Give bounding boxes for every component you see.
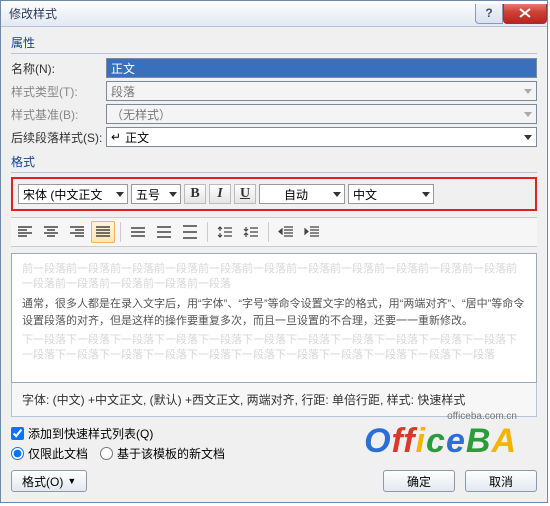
lang-combo[interactable]: 中文: [348, 184, 434, 204]
spacing-1-icon: [130, 225, 146, 239]
bold-button[interactable]: B: [184, 184, 206, 204]
cancel-button[interactable]: 取消: [465, 470, 537, 492]
follow-style-value: 正文: [125, 129, 149, 146]
logo-url: officeba.com.cn: [364, 411, 517, 422]
align-left-icon: [17, 225, 33, 239]
section-properties: 属性: [11, 31, 537, 53]
close-icon: [519, 8, 531, 18]
align-justify-button[interactable]: [91, 221, 115, 243]
style-type-label: 样式类型(T):: [11, 83, 106, 100]
align-right-button[interactable]: [65, 221, 89, 243]
add-quick-style-checkbox[interactable]: [11, 427, 24, 440]
help-button[interactable]: ?: [475, 4, 503, 24]
font-color-combo[interactable]: 自动: [259, 184, 345, 204]
format-button-label: 格式(O): [22, 473, 63, 490]
para-space-inc-icon: [217, 225, 233, 239]
titlebar: 修改样式 ?: [1, 1, 547, 27]
size-combo[interactable]: 五号: [131, 184, 181, 204]
preview-ghost-before: 前一段落前一段落前一段落前一段落前一段落前一段落前一段落前一段落前一段落前一段落…: [22, 262, 526, 293]
preview-ghost-after: 下一段落下一段落下一段落下一段落下一段落下一段落下一段落下一段落下一段落下一段落…: [22, 333, 526, 364]
chevron-down-icon: ▼: [67, 476, 76, 486]
font-combo[interactable]: 宋体 (中文正文: [18, 184, 128, 204]
paragraph-toolbar: [11, 217, 537, 247]
preview-paragraph: 通常，很多人都是在录入文字后，用“字体”、“字号”等命令设置文字的格式，用“两端…: [22, 296, 526, 330]
section-format: 格式: [11, 150, 537, 172]
align-center-icon: [43, 225, 59, 239]
style-base-label: 样式基准(B):: [11, 106, 106, 123]
align-right-icon: [69, 225, 85, 239]
name-input[interactable]: 正文: [106, 58, 537, 78]
indent-dec-button[interactable]: [274, 221, 298, 243]
style-base-dropdown: （无样式）: [106, 104, 537, 124]
ok-button[interactable]: 确定: [383, 470, 455, 492]
line-spacing-15-button[interactable]: [152, 221, 176, 243]
preview-pane: 前一段落前一段落前一段落前一段落前一段落前一段落前一段落前一段落前一段落前一段落…: [11, 253, 537, 383]
align-left-button[interactable]: [13, 221, 37, 243]
italic-button[interactable]: I: [209, 184, 231, 204]
space-before-dec-button[interactable]: [239, 221, 263, 243]
dialog-title: 修改样式: [9, 5, 475, 22]
close-button[interactable]: [503, 4, 547, 24]
space-before-inc-button[interactable]: [213, 221, 237, 243]
logo-text: OfficeBA: [364, 422, 517, 461]
this-doc-radio[interactable]: [11, 447, 24, 460]
indent-dec-icon: [278, 225, 294, 239]
spacing-15-icon: [156, 225, 172, 239]
underline-button[interactable]: U: [234, 184, 256, 204]
officeba-logo: officeba.com.cn OfficeBA: [364, 411, 517, 461]
para-space-dec-icon: [243, 225, 259, 239]
name-label: 名称(N):: [11, 60, 106, 77]
align-center-button[interactable]: [39, 221, 63, 243]
align-justify-icon: [95, 225, 111, 239]
format-menu-button[interactable]: 格式(O) ▼: [11, 470, 87, 492]
template-radio[interactable]: [100, 447, 113, 460]
add-quick-style-label: 添加到快速样式列表(Q): [28, 425, 153, 442]
style-type-dropdown: 段落: [106, 81, 537, 101]
this-doc-label: 仅限此文档: [28, 445, 88, 462]
indent-inc-icon: [304, 225, 320, 239]
follow-style-label: 后续段落样式(S):: [11, 129, 106, 146]
template-label: 基于该模板的新文档: [117, 445, 225, 462]
return-icon: ↵: [111, 130, 121, 144]
highlighted-format-row: 宋体 (中文正文 五号 B I U 自动 中文: [11, 177, 537, 211]
modify-style-dialog: 修改样式 ? 属性 名称(N): 正文 样式类型(T): 段落 样式基准(B):…: [0, 0, 548, 503]
line-spacing-2-button[interactable]: [178, 221, 202, 243]
spacing-2-icon: [182, 225, 198, 239]
follow-style-dropdown[interactable]: ↵ 正文: [106, 127, 537, 147]
line-spacing-1-button[interactable]: [126, 221, 150, 243]
indent-inc-button[interactable]: [300, 221, 324, 243]
